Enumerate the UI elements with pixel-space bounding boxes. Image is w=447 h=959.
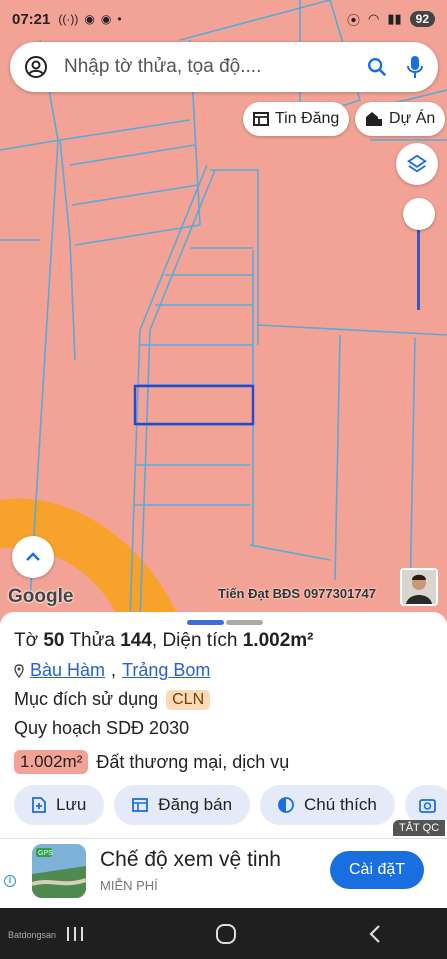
parcel-title: Tờ 50 Thửa 144, Diện tích 1.002m² [14, 630, 314, 651]
planning-title: Quy hoạch SDĐ 2030 [14, 718, 190, 738]
camera-icon [418, 799, 436, 813]
mic-icon[interactable] [406, 55, 424, 79]
commune-link[interactable]: Bàu Hàm [30, 660, 105, 681]
save-button[interactable]: Lưu [14, 785, 105, 825]
location-icon: ⦿ [346, 12, 360, 28]
district-link[interactable]: Trảng Bom [122, 660, 210, 681]
listing-chip-label: Tin Đăng [275, 110, 340, 127]
avatar[interactable] [400, 568, 438, 606]
map-watermark: Tiến Đạt BĐS 0977301747 [218, 586, 377, 601]
recents-icon[interactable] [65, 925, 85, 943]
usage-code-badge: CLN [166, 689, 211, 710]
google-logo: Google [8, 586, 74, 607]
action-bar: Lưu Đăng bán Chú thích [14, 785, 447, 825]
back-icon[interactable] [368, 924, 382, 944]
svg-text:GPS: GPS [38, 850, 53, 857]
listing-icon [253, 112, 269, 126]
project-chip[interactable]: Dự Án [355, 102, 446, 136]
batdongsan-logo: Batdongsan [8, 930, 57, 940]
ad-subtitle: MIỄN PHÍ [100, 878, 158, 893]
legend-icon [278, 797, 294, 813]
location-pin-icon [14, 663, 24, 678]
home-icon[interactable] [215, 923, 237, 945]
search-icon[interactable] [366, 56, 388, 78]
camera-button[interactable] [404, 785, 447, 825]
agent-photo [402, 570, 436, 604]
parcel-address: Bàu Hàm, Trảng Bom [14, 660, 210, 681]
listing-chip[interactable]: Tin Đăng [243, 102, 350, 136]
save-icon [32, 797, 46, 813]
sell-icon [132, 798, 149, 812]
parcel-map [0, 0, 447, 620]
selected-parcel [133, 384, 255, 426]
planning-area-badge: 1.002m² [14, 750, 89, 774]
battery-badge: 92 [409, 11, 435, 27]
legend-button[interactable]: Chú thích [260, 785, 395, 825]
satellite-map-icon: GPS [32, 844, 86, 898]
messenger-icon: ◉ [100, 12, 112, 26]
signal-icon: ▮▮ [387, 11, 402, 26]
planning-row: 1.002m² Đất thương mại, dịch vụ [14, 750, 289, 774]
layers-button[interactable] [396, 143, 438, 185]
parcel-area: 1.002m² [242, 630, 314, 651]
usage-row: Mục đích sử dụng CLN [14, 689, 211, 710]
chevron-up-icon [26, 552, 40, 561]
ad-info-icon[interactable]: i [4, 875, 16, 887]
opacity-slider-knob[interactable] [403, 198, 435, 230]
sell-button[interactable]: Đăng bán [114, 785, 251, 825]
install-button[interactable]: Cài đặT [330, 851, 424, 889]
status-bar: 07:21 ((·)) ◉ ◉ • ⦿ ◠ ▮▮ 92 [0, 0, 447, 38]
sheet-number: 50 [43, 630, 65, 651]
clock: 07:21 [12, 10, 51, 28]
map-view[interactable] [0, 0, 447, 620]
search-input[interactable]: Nhập tờ thửa, tọa độ.... [64, 56, 366, 78]
sheet-handle[interactable] [187, 620, 263, 625]
wifi-icon: ◠ [367, 11, 380, 26]
ad-title: Chế độ xem vệ tinh [100, 848, 281, 871]
dot-icon: • [117, 12, 122, 26]
wifi-calling-icon: ((·)) [58, 12, 79, 26]
account-icon[interactable] [24, 55, 48, 79]
layers-icon [407, 154, 427, 173]
project-icon [366, 112, 382, 126]
messenger-icon: ◉ [84, 12, 95, 26]
project-chip-label: Dự Án [389, 110, 436, 127]
close-ad-button[interactable]: TẮT QC [393, 820, 446, 836]
ad-app-icon: GPS [32, 844, 86, 898]
plot-number: 144 [120, 630, 152, 651]
search-bar[interactable]: Nhập tờ thửa, tọa độ.... [10, 42, 438, 92]
expand-button[interactable] [12, 536, 54, 578]
planning-use: Đất thương mại, dịch vụ [96, 751, 290, 772]
system-nav-bar [0, 908, 447, 959]
